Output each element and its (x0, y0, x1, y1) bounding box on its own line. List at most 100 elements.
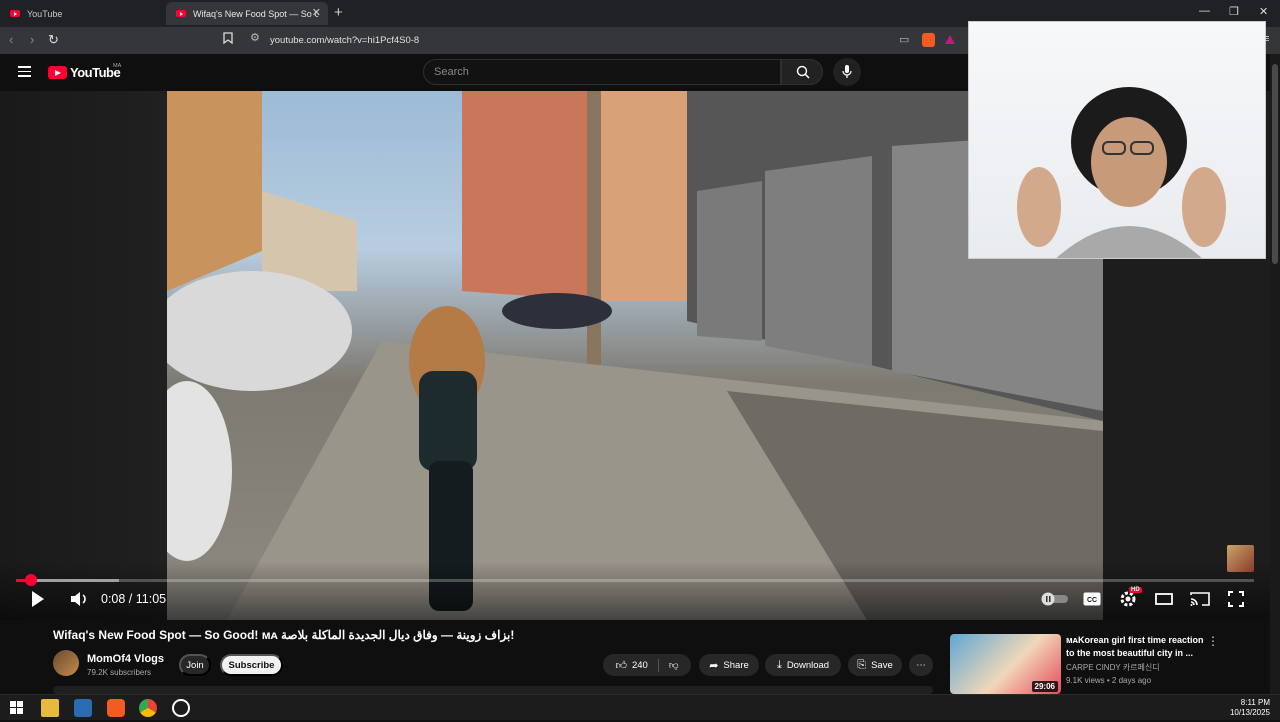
player-letterbox-left (0, 91, 167, 620)
webcam-overlay (968, 21, 1266, 259)
youtube-favicon-icon (176, 10, 186, 17)
autoplay-toggle[interactable] (1041, 587, 1069, 611)
restore-icon[interactable]: ❐ (1229, 5, 1239, 18)
clock-time: 8:11 PM (1240, 698, 1270, 707)
channel-watermark[interactable] (1227, 545, 1254, 572)
country-code: MA (113, 63, 122, 69)
obs-icon[interactable] (172, 699, 190, 717)
scrubber-handle[interactable] (24, 574, 37, 586)
cast-button[interactable] (1190, 587, 1210, 611)
voice-search-button[interactable] (833, 58, 861, 86)
minimize-icon[interactable]: — (1199, 5, 1210, 17)
brave-browser-icon[interactable] (107, 699, 125, 717)
reload-icon[interactable]: ↻ (48, 32, 59, 48)
time-display: 0:08 / 11:05 (101, 592, 167, 606)
dislike-button[interactable]: 👎︎ (659, 659, 679, 671)
download-button[interactable]: ⤓ Download (765, 654, 841, 676)
page-scrollbar[interactable] (1270, 54, 1280, 694)
webcam-image (1017, 87, 1226, 258)
recommendation-more-icon[interactable]: ⋮ (1207, 634, 1219, 648)
tab-label: YouTube (27, 8, 63, 19)
save-label: Save (871, 659, 893, 671)
recommendation-duration: 29:06 (1031, 681, 1058, 692)
cast-tab-icon[interactable]: ▭ (899, 33, 909, 46)
windows-taskbar: 8:11 PM 10/13/2025 (0, 694, 1280, 720)
mute-button[interactable] (69, 587, 89, 611)
like-count: 240 (631, 659, 648, 671)
tab-label: Wifaq's New Food Spot — So Good! (193, 8, 318, 19)
fullscreen-button[interactable] (1228, 587, 1244, 611)
more-actions-button[interactable]: ⋯ (909, 654, 933, 676)
more-horizontal-icon: ⋯ (916, 659, 926, 671)
recommendation-meta: 9.1K views • 2 days ago (1066, 676, 1152, 685)
system-clock[interactable]: 8:11 PM 10/13/2025 (1230, 698, 1270, 718)
share-icon: ➦ (709, 659, 719, 672)
search-icon (796, 65, 810, 79)
file-explorer-icon[interactable] (41, 699, 59, 717)
youtube-favicon-icon (10, 10, 20, 17)
chrome-icon[interactable] (139, 699, 157, 717)
description-box[interactable] (53, 686, 933, 694)
thumbs-down-icon: 👎︎ (668, 660, 679, 671)
save-button[interactable]: ⎘ Save (848, 654, 902, 676)
volume-icon (71, 592, 86, 606)
recommendation-channel[interactable]: CARPE CINDY 카르페신디 (1066, 662, 1160, 673)
subscribe-button[interactable]: Subscribe (220, 654, 283, 676)
channel-name[interactable]: MomOf4 Vlogs (87, 653, 164, 665)
video-title: Wifaq's New Food Spot — So Good! ᴍᴀ بزاف… (53, 628, 515, 642)
tab-close-icon[interactable]: ✕ (312, 6, 321, 19)
download-label: Download (786, 659, 830, 671)
bookmark-icon[interactable] (223, 32, 233, 47)
theater-mode-button[interactable] (1155, 587, 1173, 611)
settings-button[interactable]: HD (1118, 587, 1142, 611)
brave-shield-icon[interactable] (922, 33, 935, 47)
join-button[interactable]: Join (179, 654, 211, 676)
tab-current-video[interactable]: Wifaq's New Food Spot — So Good! ✕ (166, 2, 328, 25)
youtube-logo-icon (48, 66, 67, 79)
windows-start-icon[interactable] (8, 699, 26, 717)
back-icon[interactable]: ‹ (9, 32, 13, 47)
captions-icon: CC (1083, 592, 1101, 606)
hamburger-menu-icon[interactable] (18, 66, 31, 77)
search-button[interactable] (781, 59, 823, 85)
cast-icon (1190, 592, 1210, 606)
youtube-header: YouTube MA (0, 54, 968, 91)
captions-button[interactable]: CC (1083, 587, 1101, 611)
editor-app-icon[interactable] (74, 699, 92, 717)
hd-badge: HD (1129, 587, 1142, 593)
search-input[interactable] (424, 60, 764, 84)
play-button[interactable] (30, 587, 46, 611)
share-button[interactable]: ➦ Share (699, 654, 759, 676)
recommendation-thumbnail[interactable]: 29:06 (950, 634, 1061, 694)
scrollbar-thumb[interactable] (1272, 64, 1278, 264)
window-close-icon[interactable]: ✕ (1259, 5, 1268, 18)
site-info-icon[interactable]: ⚙ (250, 31, 260, 44)
subscriber-count: 79.2K subscribers (87, 668, 152, 677)
autoplay-toggle-icon (1041, 592, 1068, 606)
fullscreen-icon (1228, 591, 1244, 607)
play-icon (32, 591, 44, 607)
channel-avatar[interactable] (53, 650, 79, 676)
progress-bar[interactable] (16, 579, 1254, 582)
microphone-icon (842, 65, 852, 78)
clock-date: 10/13/2025 (1229, 708, 1270, 717)
share-label: Share (723, 659, 749, 671)
like-dislike-group: 👍︎ 240 👎︎ (603, 654, 691, 676)
new-tab-button[interactable]: + (334, 4, 343, 21)
theater-mode-icon (1155, 593, 1173, 605)
video-scene-image (167, 91, 1103, 620)
video-frame[interactable] (167, 91, 1103, 620)
search-box[interactable] (423, 59, 781, 85)
tab-youtube[interactable]: YouTube (0, 2, 165, 25)
address-bar[interactable]: ⚙ youtube.com/watch?v=hi1Pcf4S0-8 (243, 30, 968, 51)
forward-icon[interactable]: › (30, 32, 34, 47)
like-button[interactable]: 👍︎ 240 (615, 658, 659, 672)
video-details: Wifaq's New Food Spot — So Good! ᴍᴀ بزاف… (0, 620, 1280, 694)
youtube-logo[interactable]: YouTube (48, 65, 121, 80)
url-text: youtube.com/watch?v=hi1Pcf4S0-8 (270, 35, 420, 46)
brave-rewards-icon[interactable] (945, 35, 955, 44)
download-icon: ⤓ (776, 658, 782, 671)
svg-text:CC: CC (1087, 597, 1097, 604)
save-bookmark-icon: ⎘ (857, 658, 867, 671)
recommendation-title[interactable]: ᴍᴀKorean girl first time reaction to the… (1066, 634, 1206, 660)
